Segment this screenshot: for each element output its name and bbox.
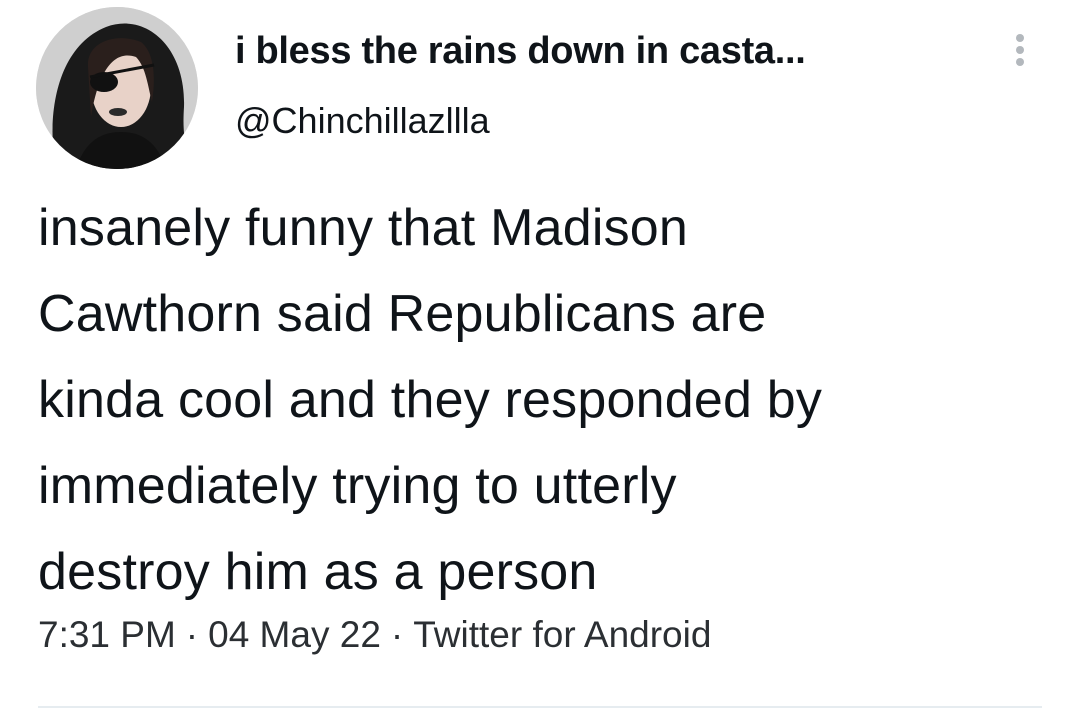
more-options-icon[interactable] <box>1002 34 1038 74</box>
tweet-card: i bless the rains down in casta... @Chin… <box>0 0 1080 727</box>
divider <box>38 706 1042 708</box>
tweet-meta: 7:31 PM · 04 May 22 · Twitter for Android <box>38 614 711 656</box>
meta-separator: · <box>185 614 199 655</box>
avatar[interactable] <box>36 7 198 169</box>
profile-photo-icon <box>36 7 198 169</box>
user-handle[interactable]: @Chinchillazllla <box>235 100 490 142</box>
tweet-text: insanely funny that Madison Cawthorn sai… <box>38 199 823 601</box>
display-name[interactable]: i bless the rains down in casta... <box>235 30 806 73</box>
tweet-source[interactable]: Twitter for Android <box>413 614 711 655</box>
meta-separator: · <box>390 614 404 655</box>
tweet-time[interactable]: 7:31 PM <box>38 614 176 655</box>
tweet-date[interactable]: 04 May 22 <box>208 614 381 655</box>
